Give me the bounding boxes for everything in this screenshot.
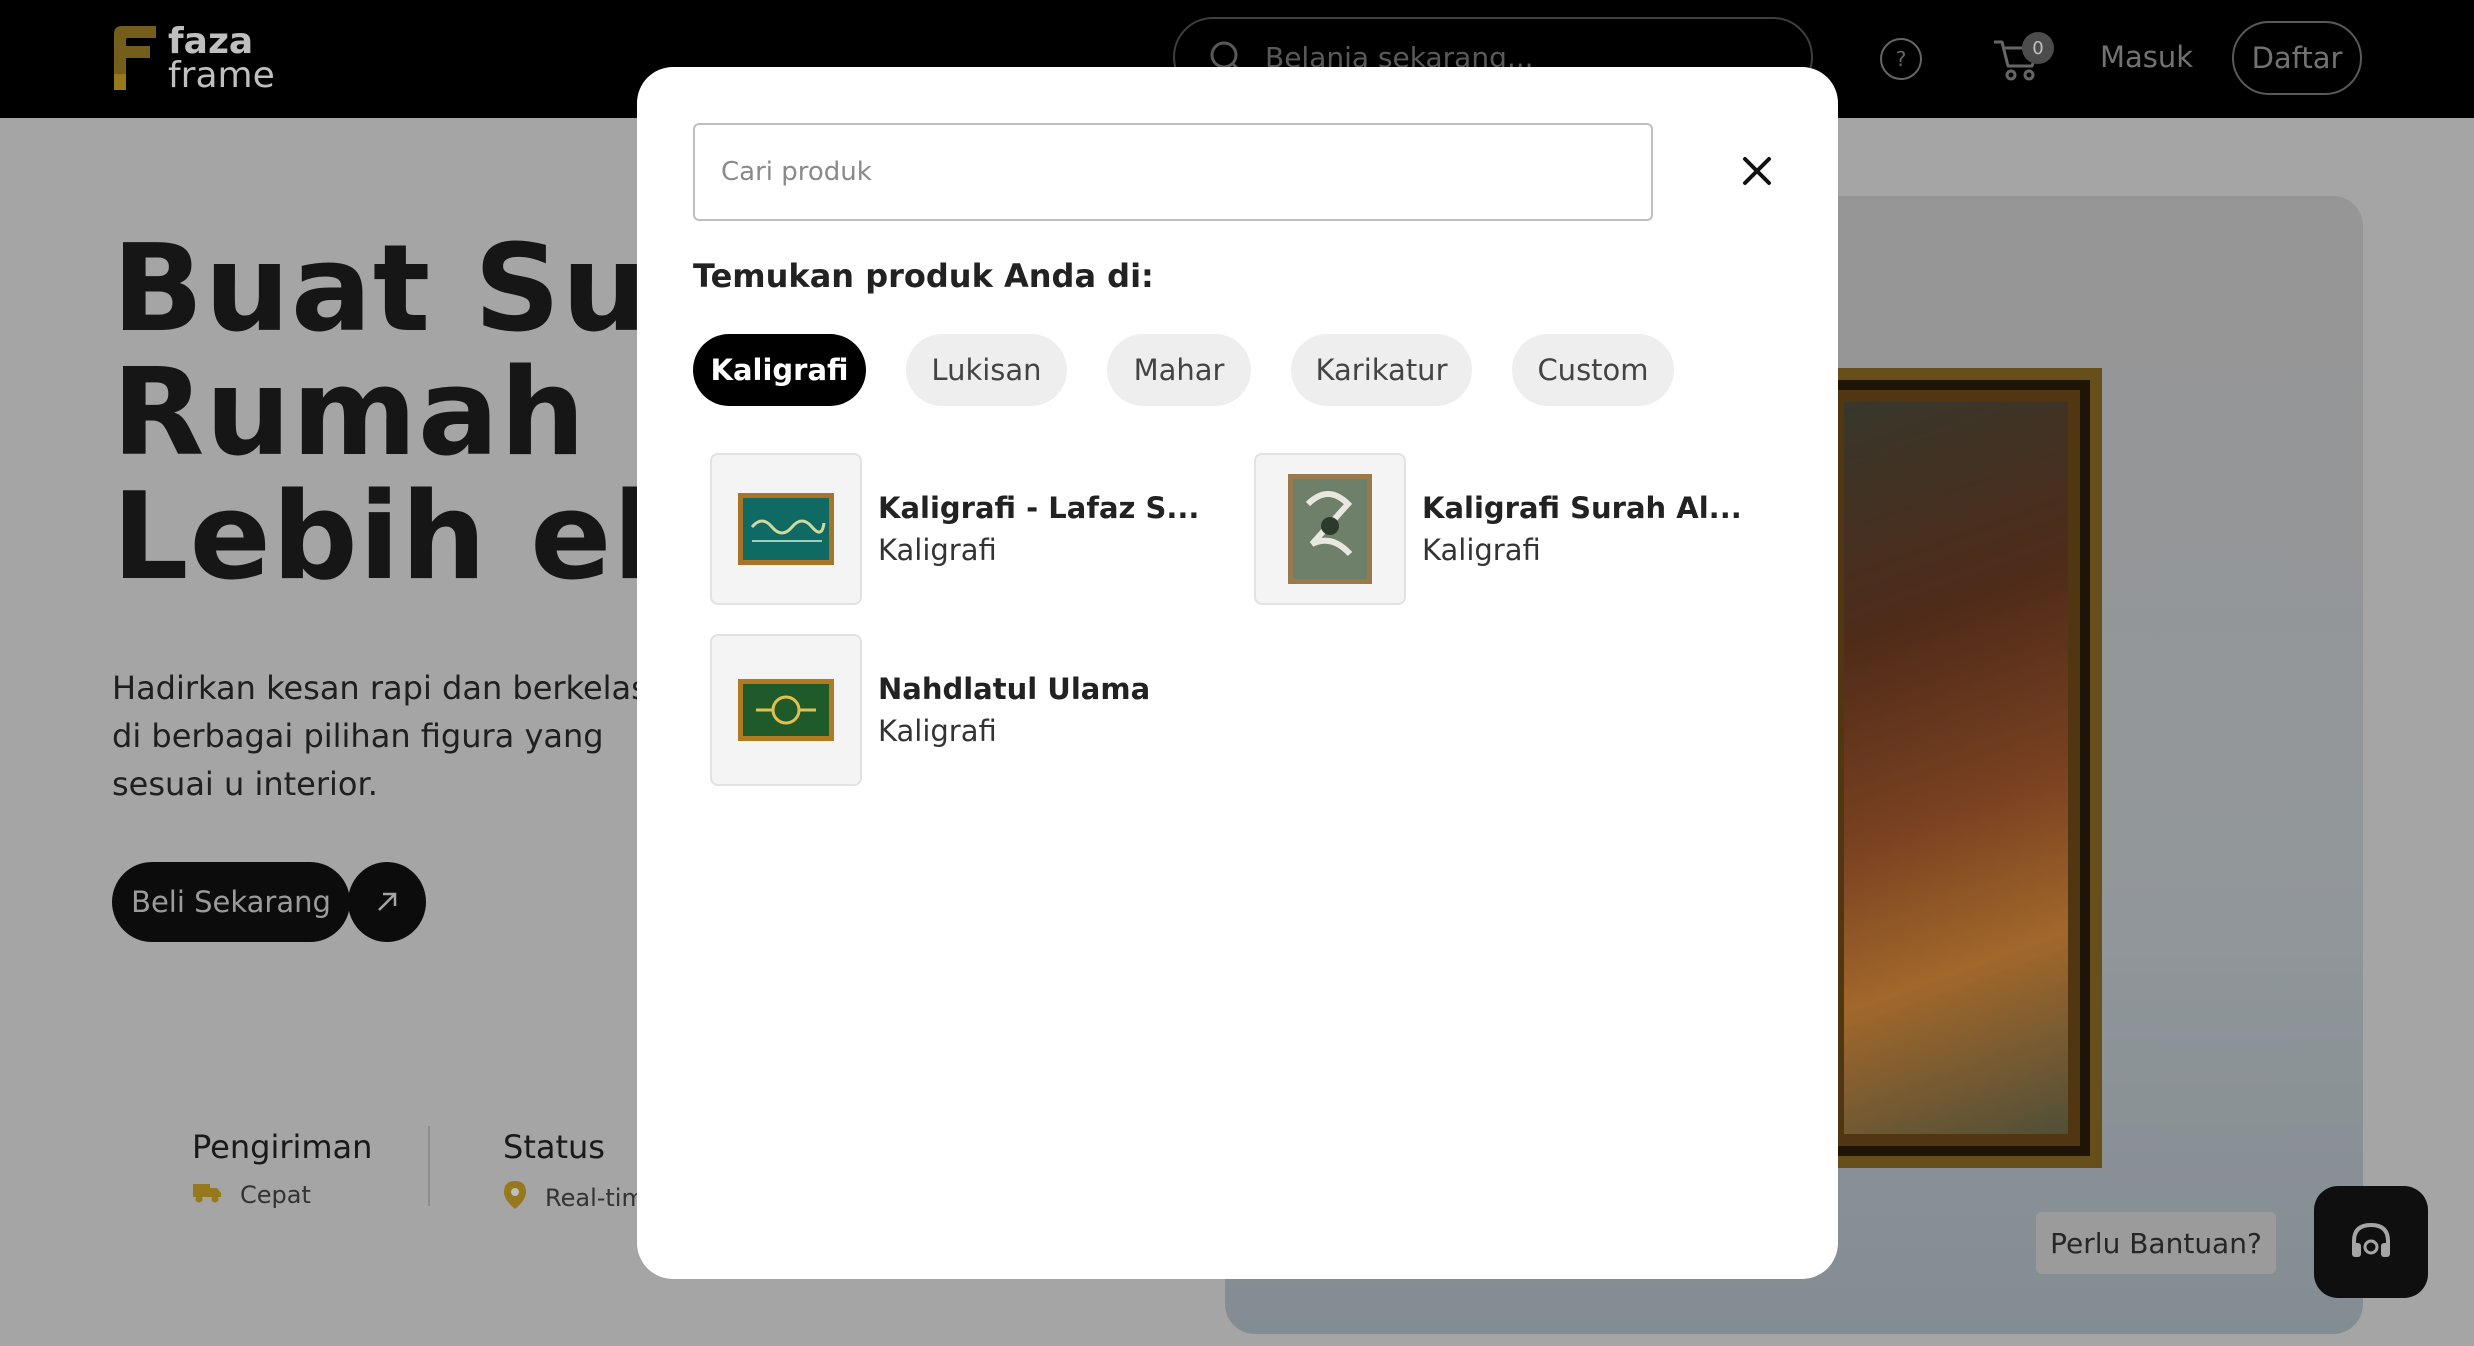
- search-modal: Temukan produk Anda di: Kaligrafi Lukisa…: [637, 67, 1838, 1279]
- product-name: Kaligrafi - Lafaz S...: [878, 491, 1200, 525]
- close-icon[interactable]: [1737, 151, 1777, 191]
- product-thumbnail: [1254, 453, 1406, 605]
- product-category: Kaligrafi: [878, 533, 997, 567]
- category-chip-lukisan[interactable]: Lukisan: [906, 334, 1067, 406]
- category-chip-custom[interactable]: Custom: [1512, 334, 1674, 406]
- category-chip-karikatur[interactable]: Karikatur: [1291, 334, 1472, 406]
- product-category: Kaligrafi: [878, 714, 997, 748]
- category-chip-mahar[interactable]: Mahar: [1107, 334, 1251, 406]
- product-thumbnail: [710, 453, 862, 605]
- product-item[interactable]: Nahdlatul Ulama Kaligrafi: [710, 634, 1150, 786]
- product-category: Kaligrafi: [1422, 533, 1541, 567]
- product-item[interactable]: Kaligrafi Surah Al... Kaligrafi: [1254, 453, 1742, 605]
- product-name: Nahdlatul Ulama: [878, 672, 1151, 706]
- find-products-label: Temukan produk Anda di:: [693, 257, 1154, 295]
- product-name: Kaligrafi Surah Al...: [1422, 491, 1742, 525]
- product-thumbnail: [710, 634, 862, 786]
- category-chip-kaligrafi[interactable]: Kaligrafi: [693, 334, 866, 406]
- product-item[interactable]: Kaligrafi - Lafaz S... Kaligrafi: [710, 453, 1199, 605]
- category-chips: Kaligrafi Lukisan Mahar Karikatur Custom: [693, 334, 1714, 406]
- product-search-input[interactable]: [693, 123, 1653, 221]
